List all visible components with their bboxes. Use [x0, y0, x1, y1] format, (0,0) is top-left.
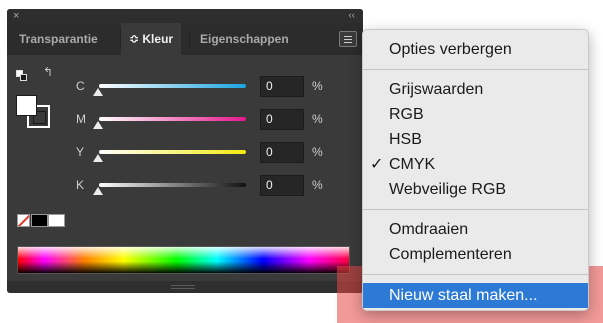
- menu-item-label: Webveilige RGB: [389, 181, 507, 198]
- tab-kleur[interactable]: ≎ Kleur: [121, 23, 182, 55]
- slider-row-m: M 0 %: [7, 109, 363, 135]
- panel-flyout-menu: Opties verbergen Grijswaarden RGB HSB ✓ …: [362, 29, 589, 311]
- slider-track-c[interactable]: [99, 84, 246, 88]
- menu-item-omdraaien[interactable]: Omdraaien: [363, 217, 588, 242]
- color-spectrum-bar[interactable]: [17, 246, 350, 274]
- slider-track-k[interactable]: [99, 183, 246, 187]
- menu-item-label: Grijswaarden: [389, 81, 484, 98]
- menu-separator: [363, 209, 588, 210]
- value-field-k[interactable]: 0: [260, 175, 304, 196]
- menu-item-hsb[interactable]: HSB: [363, 127, 588, 152]
- menu-item-label: Opties verbergen: [389, 41, 512, 58]
- menu-item-label: Nieuw staal maken...: [389, 287, 538, 304]
- unit-label-y: %: [312, 145, 323, 159]
- unit-label-c: %: [312, 79, 323, 93]
- menu-item-rgb[interactable]: RGB: [363, 102, 588, 127]
- menu-item-label: HSB: [389, 131, 422, 148]
- slider-label-m: M: [76, 112, 86, 126]
- slider-row-c: C 0 %: [7, 76, 363, 102]
- menu-item-cmyk[interactable]: ✓ CMYK: [363, 152, 588, 177]
- menu-item-opties-verbergen[interactable]: Opties verbergen: [363, 37, 588, 62]
- slider-thumb-y[interactable]: [93, 154, 103, 162]
- unit-label-m: %: [312, 112, 323, 126]
- menu-separator: [363, 274, 588, 275]
- panel-tab-bar: Transparantie ≎ Kleur Eigenschappen: [7, 23, 363, 55]
- resize-grip-icon[interactable]: [171, 285, 195, 289]
- menu-item-nieuw-staal-maken[interactable]: Nieuw staal maken...: [363, 283, 588, 308]
- menu-item-webveilige-rgb[interactable]: Webveilige RGB: [363, 177, 588, 202]
- slider-label-k: K: [76, 178, 85, 192]
- tab-eigenschappen[interactable]: Eigenschappen: [192, 23, 297, 55]
- menu-item-label: Omdraaien: [389, 221, 469, 238]
- menu-item-complementeren[interactable]: Complementeren: [363, 242, 588, 267]
- tab-transparantie[interactable]: Transparantie: [11, 23, 106, 55]
- slider-thumb-m[interactable]: [93, 121, 103, 129]
- panel-menu-icon[interactable]: [339, 31, 357, 47]
- checkmark-icon: ✓: [370, 156, 384, 173]
- white-swatch[interactable]: [48, 214, 65, 227]
- slider-thumb-c[interactable]: [93, 88, 103, 96]
- slider-thumb-k[interactable]: [93, 187, 103, 195]
- slider-label-c: C: [76, 79, 85, 93]
- slider-label-y: Y: [76, 145, 85, 159]
- value-field-c[interactable]: 0: [260, 76, 304, 97]
- menu-item-label: Complementeren: [389, 246, 512, 263]
- menu-item-label: CMYK: [389, 156, 436, 173]
- collapse-icon[interactable]: ‹‹: [348, 9, 355, 23]
- color-panel: × ‹‹ Transparantie ≎ Kleur Eigenschappen…: [7, 9, 363, 293]
- none-swatch[interactable]: [17, 214, 30, 227]
- slider-track-y[interactable]: [99, 150, 246, 154]
- menu-item-label: RGB: [389, 106, 424, 123]
- panel-footer: [7, 281, 363, 293]
- slider-track-m[interactable]: [99, 117, 246, 121]
- value-field-y[interactable]: 0: [260, 142, 304, 163]
- slider-row-k: K 0 %: [7, 175, 363, 201]
- tab-divider: [189, 29, 190, 49]
- close-icon[interactable]: ×: [13, 9, 19, 23]
- value-field-m[interactable]: 0: [260, 109, 304, 130]
- menu-separator: [363, 69, 588, 70]
- unit-label-k: %: [312, 178, 323, 192]
- slider-row-y: Y 0 %: [7, 142, 363, 168]
- black-swatch[interactable]: [31, 214, 48, 227]
- menu-item-grijswaarden[interactable]: Grijswaarden: [363, 77, 588, 102]
- panel-title-bar: × ‹‹: [7, 9, 363, 23]
